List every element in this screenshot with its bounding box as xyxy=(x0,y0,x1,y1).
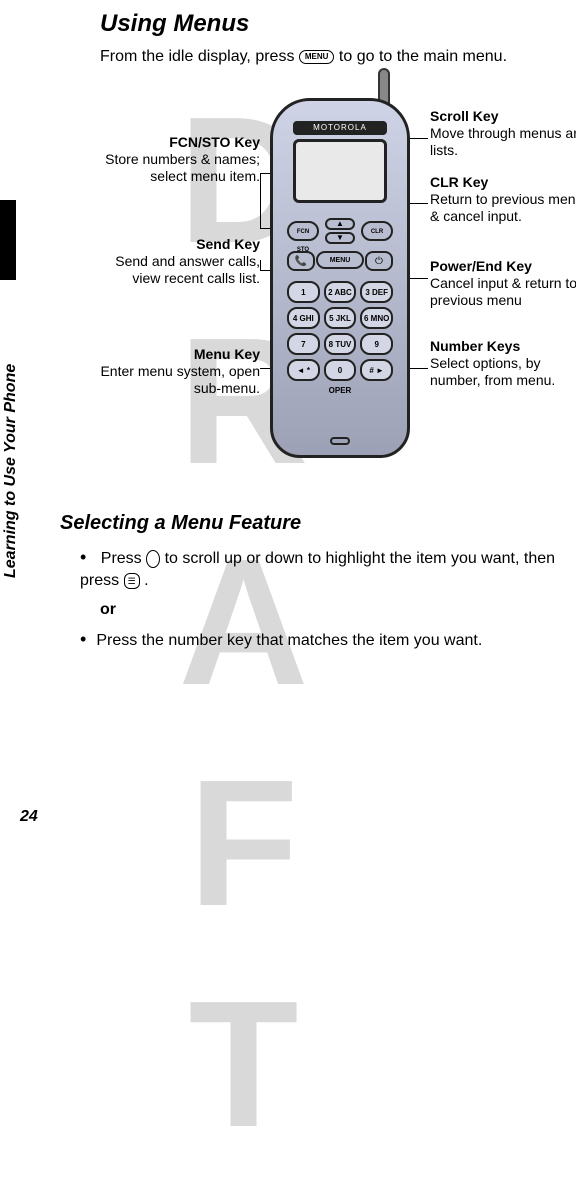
connector-line xyxy=(260,260,261,270)
power-end-key: ⏻ xyxy=(365,251,393,271)
fcn-key-icon: ☰ xyxy=(124,573,140,590)
scroll-down-icon: ▼ xyxy=(325,232,355,244)
intro-paragraph: From the idle display, press MENU to go … xyxy=(100,48,556,66)
step1-text-a: Press xyxy=(101,550,146,567)
phone-nav-row: FCNSTO ▲ ▼ CLR xyxy=(287,217,393,245)
callout-power-desc: Cancel input & return to previous menu xyxy=(430,275,576,309)
key-3: 3 DEF xyxy=(360,281,393,303)
callout-power: Power/End Key Cancel input & return to p… xyxy=(430,258,576,308)
callout-clr-desc: Return to previous menu & cancel input. xyxy=(430,191,576,225)
callout-fcn-title: FCN/STO Key xyxy=(100,134,260,151)
phone-diagram: FCN/STO Key Store numbers & names; selec… xyxy=(100,78,556,498)
phone-brand: MOTOROLA xyxy=(293,121,387,135)
callout-scroll: Scroll Key Move through menus and lists. xyxy=(430,108,576,158)
clr-key: CLR xyxy=(361,221,393,241)
callout-fcn: FCN/STO Key Store numbers & names; selec… xyxy=(100,134,260,184)
phone-screen xyxy=(293,139,387,203)
send-key: 📞 xyxy=(287,251,315,271)
phone-illustration: MOTOROLA FCNSTO ▲ ▼ CLR 📞 MENU ⏻ 1 xyxy=(270,98,410,458)
fcn-sto-key: FCNSTO xyxy=(287,221,319,241)
callout-power-title: Power/End Key xyxy=(430,258,576,275)
key-8: 8 TUV xyxy=(324,333,357,355)
callout-send: Send Key Send and answer calls, view rec… xyxy=(100,236,260,286)
heading-using-menus: Using Menus xyxy=(100,10,556,38)
callout-send-desc: Send and answer calls, view recent calls… xyxy=(100,253,260,287)
callout-number-title: Number Keys xyxy=(430,338,576,355)
phone-mic xyxy=(330,437,350,445)
menu-key-icon: MENU xyxy=(299,50,335,64)
callout-number: Number Keys Select options, by number, f… xyxy=(430,338,576,388)
key-0: 0 OPER xyxy=(324,359,357,381)
scroll-key: ▲ ▼ xyxy=(325,218,355,244)
page-number: 24 xyxy=(20,808,38,826)
key-2: 2 ABC xyxy=(324,281,357,303)
key-star: ◄ * xyxy=(287,359,320,381)
intro-text-2: to go to the main menu. xyxy=(339,48,507,65)
callout-menu-title: Menu Key xyxy=(100,346,260,363)
connector-line xyxy=(260,173,261,228)
callout-clr: CLR Key Return to previous menu & cancel… xyxy=(430,174,576,224)
phone-body: MOTOROLA FCNSTO ▲ ▼ CLR 📞 MENU ⏻ 1 xyxy=(270,98,410,458)
instruction-list: Press to scroll up or down to highlight … xyxy=(80,545,556,593)
callout-menu-desc: Enter menu system, open sub-menu. xyxy=(100,363,260,397)
key-7: 7 PQRS xyxy=(287,333,320,355)
softkey-row: 📞 MENU ⏻ xyxy=(287,251,393,275)
callout-scroll-title: Scroll Key xyxy=(430,108,576,125)
step1-text-c: . xyxy=(144,572,148,589)
or-separator: or xyxy=(100,601,556,619)
key-5: 5 JKL xyxy=(324,307,357,329)
callout-send-title: Send Key xyxy=(100,236,260,253)
intro-text-1: From the idle display, press xyxy=(100,48,299,65)
callout-menu: Menu Key Enter menu system, open sub-men… xyxy=(100,346,260,396)
callout-number-desc: Select options, by number, from menu. xyxy=(430,355,576,389)
menu-key: MENU xyxy=(316,251,364,269)
callout-fcn-desc: Store numbers & names; select menu item. xyxy=(100,151,260,185)
key-1: 1 xyxy=(287,281,320,303)
key-6: 6 MNO xyxy=(360,307,393,329)
heading-selecting-feature: Selecting a Menu Feature xyxy=(60,512,556,535)
key-4: 4 GHI xyxy=(287,307,320,329)
scroll-up-icon: ▲ xyxy=(325,218,355,230)
key-9: 9 WXYZ xyxy=(360,333,393,355)
keypad: 1 2 ABC 3 DEF 4 GHI 5 JKL 6 MNO 7 PQRS 8… xyxy=(287,281,393,381)
instruction-list-2: Press the number key that matches the it… xyxy=(80,627,556,652)
callout-clr-title: CLR Key xyxy=(430,174,576,191)
callout-scroll-desc: Move through menus and lists. xyxy=(430,125,576,159)
instruction-step-2: Press the number key that matches the it… xyxy=(80,627,556,652)
key-hash: # ► xyxy=(360,359,393,381)
scroll-key-icon xyxy=(146,550,160,568)
instruction-step-1: Press to scroll up or down to highlight … xyxy=(80,545,556,593)
